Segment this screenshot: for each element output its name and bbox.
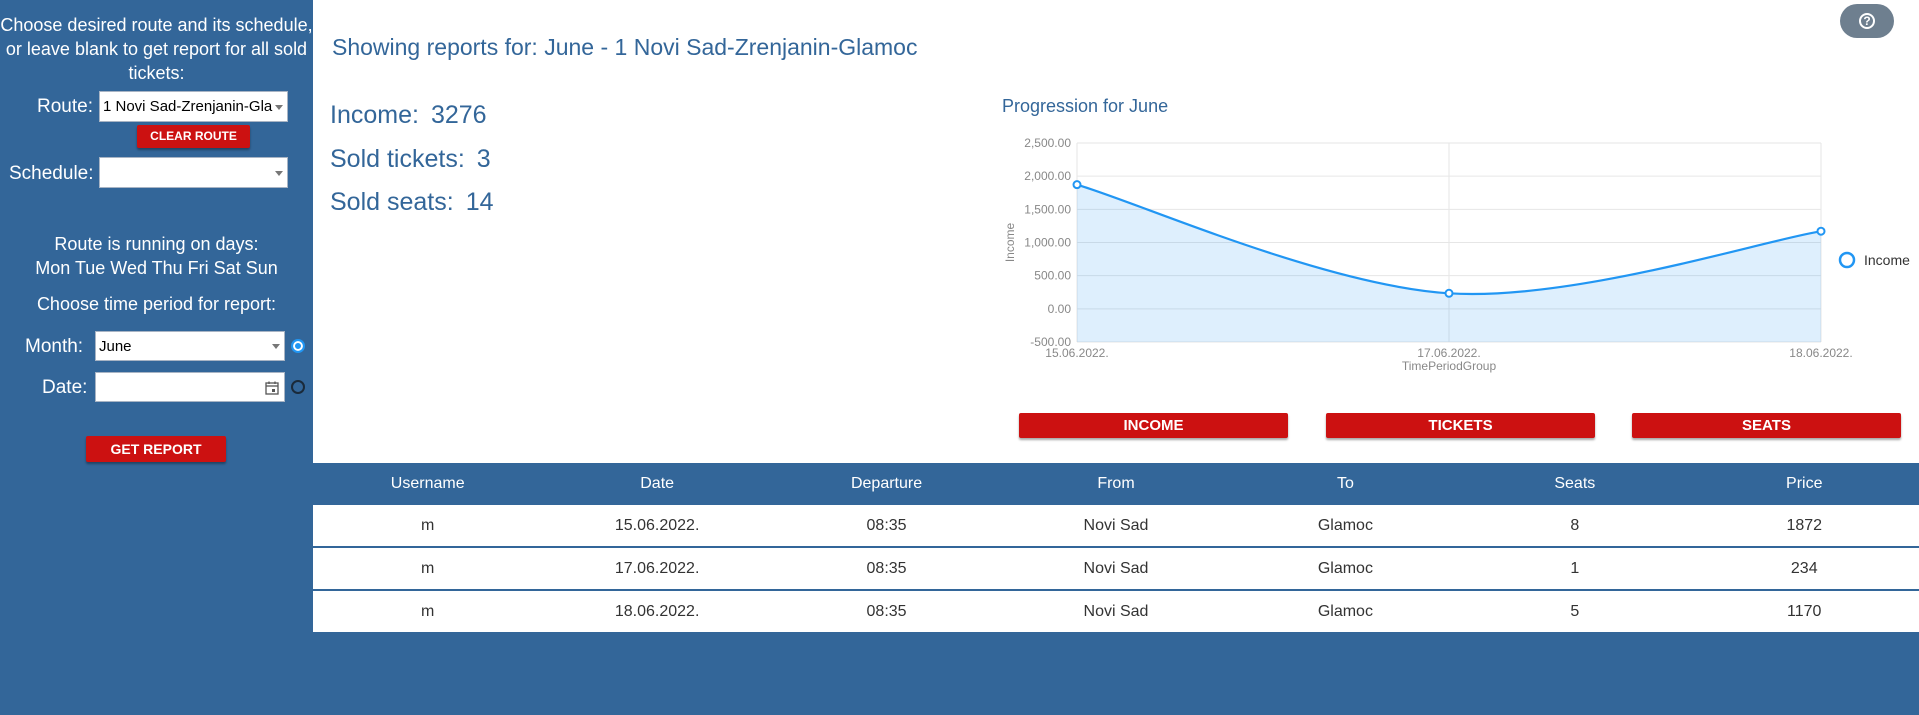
data-point — [1072, 180, 1082, 190]
get-report-button[interactable]: GET REPORT — [86, 436, 226, 462]
table-cell: 18.06.2022. — [614, 603, 700, 620]
month-label: Month: — [25, 336, 84, 357]
table-cell: 234 — [1790, 560, 1818, 577]
data-point — [1816, 226, 1826, 236]
date-radio[interactable] — [291, 380, 305, 394]
table-cell: 5 — [1570, 603, 1580, 620]
table-cell: 8 — [1570, 517, 1580, 534]
x-tick-label: 18.06.2022. — [1789, 346, 1852, 360]
seats-stat: Sold seats: 14 — [330, 188, 494, 217]
income-value: 3276 — [430, 101, 487, 129]
tickets-stat: Sold tickets: 3 — [330, 145, 491, 174]
route-select[interactable]: 1 Novi Sad-Zrenjanin-Gla — [99, 91, 288, 122]
x-tick-label: 17.06.2022. — [1417, 346, 1480, 360]
table-cell: m — [421, 603, 435, 620]
running-days: Mon Tue Wed Thu Fri Sat Sun — [35, 258, 278, 278]
column-header[interactable]: To — [1231, 463, 1460, 505]
date-picker-input[interactable] — [95, 372, 285, 402]
sidebar-intro-text: Choose desired route and its schedule, o… — [0, 15, 313, 83]
table-cell: 08:35 — [866, 560, 907, 577]
route-select-value: 1 Novi Sad-Zrenjanin-Gla — [103, 98, 273, 115]
data-point — [1444, 288, 1454, 298]
table-cell: 17.06.2022. — [614, 560, 700, 577]
x-axis-label: TimePeriodGroup — [1402, 359, 1497, 373]
table-cell: Glamoc — [1317, 560, 1373, 577]
help-button[interactable]: ? — [1840, 4, 1894, 38]
date-label: Date: — [42, 377, 88, 398]
column-header[interactable]: Seats — [1460, 463, 1689, 505]
schedule-label: Schedule: — [9, 163, 94, 184]
running-days-title: Route is running on days: — [54, 234, 259, 254]
table-row[interactable]: m 18.06.2022. 08:35 Novi Sad Glamoc 5 1170 — [313, 591, 1919, 634]
table-cell: m — [421, 560, 435, 577]
income-chart-button[interactable]: INCOME — [1019, 413, 1288, 438]
income-label: Income: — [330, 101, 419, 129]
y-tick-label: 1,500.00 — [1024, 202, 1071, 216]
y-tick-label: 2,500.00 — [1024, 136, 1071, 150]
table-cell: Novi Sad — [1083, 603, 1149, 620]
month-select[interactable]: June — [95, 331, 285, 361]
table-cell: 1872 — [1786, 517, 1823, 534]
column-header[interactable]: Departure — [772, 463, 1001, 505]
reports-table: m 15.06.2022. 08:35 Novi Sad Glamoc 8 1872 m 17.… — [313, 505, 1919, 634]
month-select-value: June — [99, 337, 132, 355]
seats-value: 14 — [465, 188, 494, 216]
table-cell: 1170 — [1787, 603, 1822, 620]
column-header[interactable]: From — [1001, 463, 1230, 505]
tickets-label: Sold tickets: — [330, 145, 465, 173]
income-stat: Income: 3276 — [330, 101, 487, 130]
column-header[interactable]: Date — [542, 463, 771, 505]
income-chart: 2,500.00 2,000.00 1,500.00 1,000.00 500.00 0.… — [1003, 136, 1910, 373]
table-cell: Novi Sad — [1083, 560, 1149, 577]
table-row[interactable]: m 17.06.2022. 08:35 Novi Sad Glamoc 1 234 — [313, 548, 1919, 591]
table-footer-area — [313, 634, 1919, 715]
tickets-value: 3 — [476, 145, 491, 173]
table-cell: Glamoc — [1317, 517, 1373, 534]
seats-label: Sold seats: — [330, 188, 454, 216]
y-axis-label: Income — [1003, 223, 1017, 263]
help-circle-icon: ? — [1859, 13, 1875, 29]
table-header: Username Date Departure From To Seats Price — [313, 463, 1919, 505]
schedule-select[interactable] — [99, 157, 288, 188]
chart-title: Progression for June — [1002, 96, 1169, 116]
period-title: Choose time period for report: — [36, 294, 277, 314]
column-header[interactable]: Price — [1690, 463, 1919, 505]
route-label: Route: — [37, 96, 93, 117]
page-title: Showing reports for: June - 1 Novi Sad-Z… — [332, 34, 918, 60]
table-cell: 08:35 — [866, 603, 907, 620]
calendar-icon[interactable] — [265, 381, 279, 395]
seats-chart-button[interactable]: SEATS — [1632, 413, 1901, 438]
table-cell: 08:35 — [866, 517, 907, 534]
tickets-chart-button[interactable]: TICKETS — [1326, 413, 1595, 438]
column-header[interactable]: Username — [313, 463, 542, 505]
legend-label: Income — [1864, 252, 1910, 268]
table-cell: Glamoc — [1317, 603, 1373, 620]
chevron-down-icon — [275, 104, 283, 110]
clear-route-button[interactable]: CLEAR ROUTE — [137, 125, 250, 148]
y-tick-label: 0.00 — [1048, 302, 1072, 316]
chevron-down-icon — [275, 170, 283, 176]
y-tick-label: 500.00 — [1034, 269, 1071, 283]
x-tick-label: 15.06.2022. — [1045, 346, 1108, 360]
table-cell: 15.06.2022. — [614, 517, 700, 534]
table-cell: Novi Sad — [1083, 517, 1149, 534]
legend-marker — [1838, 251, 1856, 269]
y-tick-label: 1,000.00 — [1024, 236, 1071, 250]
table-row[interactable]: m 15.06.2022. 08:35 Novi Sad Glamoc 8 1872 — [313, 505, 1919, 548]
table-cell: m — [421, 517, 435, 534]
sidebar: Choose desired route and its schedule, o… — [0, 0, 313, 715]
y-tick-label: 2,000.00 — [1024, 169, 1071, 183]
chevron-down-icon — [272, 344, 280, 349]
month-radio[interactable] — [291, 339, 305, 353]
table-cell: 1 — [1570, 560, 1580, 577]
